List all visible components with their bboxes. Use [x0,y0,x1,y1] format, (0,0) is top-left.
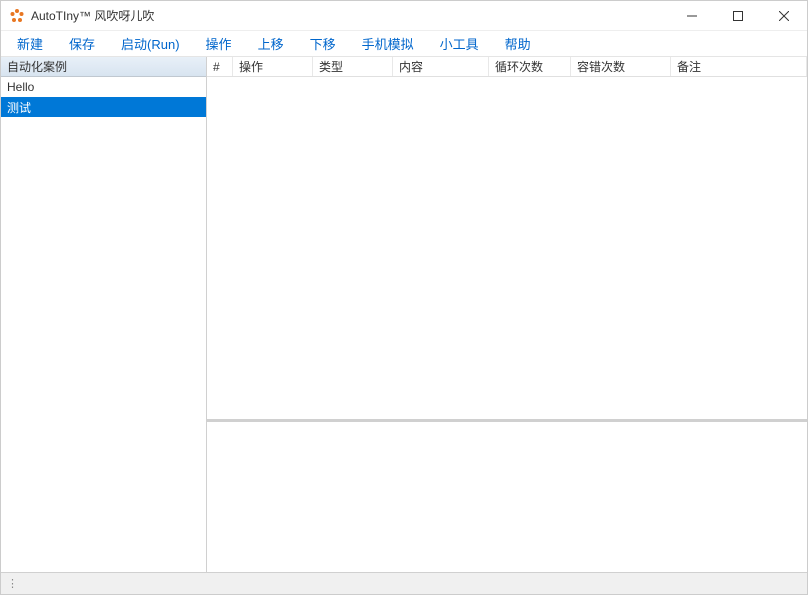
app-icon [9,8,25,24]
window-title: AutoTIny™ 风吹呀儿吹 [31,7,669,24]
sidebar-item-label: 测试 [7,99,31,116]
statusbar: ⋮ [1,572,807,594]
maximize-button[interactable] [715,1,761,30]
col-header-index[interactable]: # [207,57,233,76]
menu-tools[interactable]: 小工具 [428,31,491,56]
col-header-content[interactable]: 内容 [393,57,489,76]
titlebar: AutoTIny™ 风吹呀儿吹 [1,1,807,31]
menu-mobile-sim[interactable]: 手机模拟 [350,31,426,56]
content-area: 自动化案例 Hello 测试 # 操作 类型 内容 循环次数 容错次数 备注 [1,57,807,572]
col-header-loop[interactable]: 循环次数 [489,57,571,76]
col-header-remark[interactable]: 备注 [671,57,807,76]
statusbar-grip-icon: ⋮ [7,577,17,590]
col-header-operation[interactable]: 操作 [233,57,313,76]
sidebar-item-hello[interactable]: Hello [1,77,206,97]
menu-help[interactable]: 帮助 [493,31,543,56]
bottom-panel[interactable] [207,420,807,572]
menu-new[interactable]: 新建 [5,31,55,56]
menu-move-down[interactable]: 下移 [298,31,348,56]
menu-save[interactable]: 保存 [57,31,107,56]
window-controls [669,1,807,30]
table-body[interactable] [207,77,807,419]
sidebar-item-test[interactable]: 测试 [1,97,206,117]
col-header-type[interactable]: 类型 [313,57,393,76]
sidebar-item-label: Hello [7,80,34,94]
table-area: # 操作 类型 内容 循环次数 容错次数 备注 [207,57,807,420]
col-header-fault[interactable]: 容错次数 [571,57,671,76]
close-button[interactable] [761,1,807,30]
sidebar-header[interactable]: 自动化案例 [1,57,206,77]
main-area: # 操作 类型 内容 循环次数 容错次数 备注 [207,57,807,572]
menu-move-up[interactable]: 上移 [246,31,296,56]
minimize-button[interactable] [669,1,715,30]
menu-run[interactable]: 启动(Run) [109,31,192,56]
menu-operation[interactable]: 操作 [194,31,244,56]
menubar: 新建 保存 启动(Run) 操作 上移 下移 手机模拟 小工具 帮助 [1,31,807,57]
sidebar: 自动化案例 Hello 测试 [1,57,207,572]
table-header: # 操作 类型 内容 循环次数 容错次数 备注 [207,57,807,77]
